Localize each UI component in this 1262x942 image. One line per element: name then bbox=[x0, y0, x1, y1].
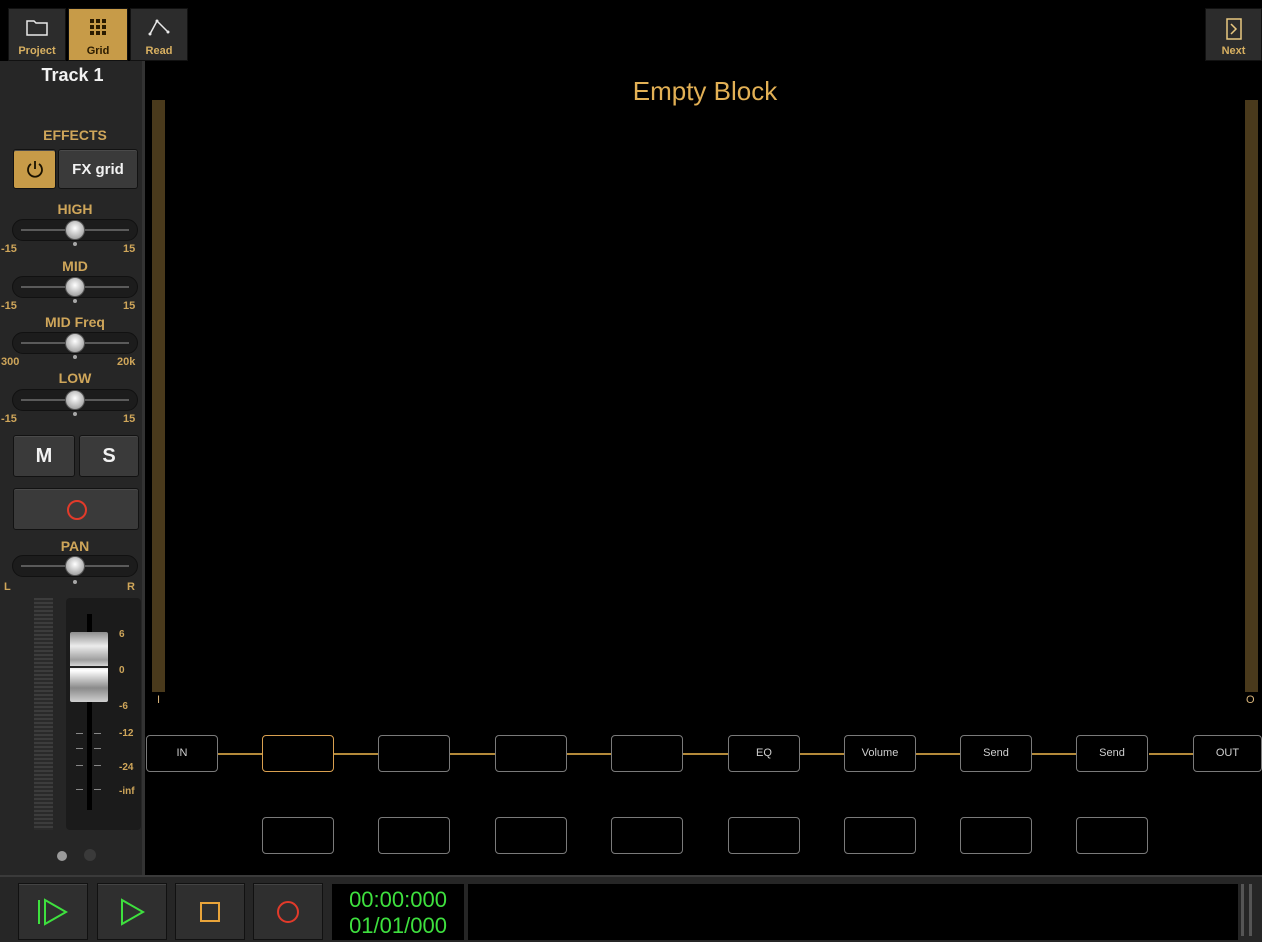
chain-row2-slot-6[interactable] bbox=[844, 817, 916, 854]
eq-mid-min: -15 bbox=[1, 300, 17, 312]
record-button[interactable] bbox=[253, 883, 323, 940]
grid-label: Grid bbox=[86, 45, 110, 57]
fader-handle[interactable] bbox=[70, 632, 108, 702]
record-icon bbox=[277, 900, 299, 923]
position-readout: 01/01/000 bbox=[349, 913, 447, 938]
master-meter-right bbox=[1249, 884, 1252, 936]
pan-center-dot bbox=[73, 580, 77, 584]
eq-low-max: 15 bbox=[123, 413, 136, 425]
eq-midfreq-label: MID Freq bbox=[45, 314, 105, 330]
output-label: O bbox=[1246, 694, 1255, 706]
eq-high-label: HIGH bbox=[57, 201, 93, 217]
power-icon bbox=[27, 161, 43, 178]
read-label: Read bbox=[145, 45, 173, 57]
read-button[interactable]: Read bbox=[130, 8, 188, 61]
fader-scale-6: 6 bbox=[119, 629, 125, 640]
eq-mid-max: 15 bbox=[123, 300, 136, 312]
input-level-bar bbox=[152, 100, 165, 692]
project-button[interactable]: Project bbox=[8, 8, 66, 61]
fader-scale-inf: -inf bbox=[119, 786, 135, 797]
input-label: I bbox=[157, 694, 161, 706]
eq-mid-center-dot bbox=[73, 299, 77, 303]
eq-high-center-dot bbox=[73, 242, 77, 246]
chain-row2-slot-3[interactable] bbox=[495, 817, 567, 854]
project-label: Project bbox=[18, 45, 56, 57]
eq-low-center-dot bbox=[73, 412, 77, 416]
chain-node-volume[interactable]: Volume bbox=[844, 735, 916, 772]
record-arm-button[interactable] bbox=[13, 488, 139, 530]
fader-scale-minus12: -12 bbox=[119, 728, 134, 739]
chain-row2-slot-2[interactable] bbox=[378, 817, 450, 854]
solo-button[interactable]: S bbox=[79, 435, 139, 477]
stop-icon bbox=[200, 901, 220, 922]
fader-scale-0: 0 bbox=[119, 665, 125, 676]
time-readout: 00:00:000 bbox=[349, 887, 447, 912]
fader-scale-minus6: -6 bbox=[119, 701, 128, 712]
chain-slot-4[interactable] bbox=[611, 735, 683, 772]
play-from-start-icon bbox=[38, 897, 69, 926]
chain-node-eq[interactable]: EQ bbox=[728, 735, 800, 772]
eq-low-knob[interactable] bbox=[65, 390, 85, 410]
chain-slot-3[interactable] bbox=[495, 735, 567, 772]
pan-knob[interactable] bbox=[65, 556, 85, 576]
chain-slot-2[interactable] bbox=[378, 735, 450, 772]
eq-high-max: 15 bbox=[123, 243, 136, 255]
mute-button[interactable]: M bbox=[13, 435, 75, 477]
record-icon bbox=[67, 500, 87, 520]
next-button[interactable]: Next bbox=[1205, 8, 1262, 61]
eq-midfreq-max: 20k bbox=[117, 356, 136, 368]
grid-icon bbox=[90, 19, 106, 35]
eq-midfreq-knob[interactable] bbox=[65, 333, 85, 353]
indicator-dot-2 bbox=[84, 849, 96, 861]
effects-label: EFFECTS bbox=[43, 127, 107, 143]
pan-label: PAN bbox=[60, 538, 90, 554]
chain-row2-slot-5[interactable] bbox=[728, 817, 800, 854]
next-icon bbox=[1225, 18, 1242, 40]
automation-icon bbox=[148, 19, 170, 36]
solo-label: S bbox=[102, 445, 116, 467]
eq-mid-label: MID bbox=[62, 258, 88, 274]
level-meter bbox=[34, 598, 53, 830]
eq-mid-knob[interactable] bbox=[65, 277, 85, 297]
stop-button[interactable] bbox=[175, 883, 245, 940]
chain-row2-slot-7[interactable] bbox=[960, 817, 1032, 854]
play-icon bbox=[121, 897, 146, 926]
grid-button[interactable]: Grid bbox=[68, 8, 128, 61]
eq-low-min: -15 bbox=[1, 413, 17, 425]
master-meter-left bbox=[1241, 884, 1244, 936]
fader-scale-minus24: -24 bbox=[119, 762, 134, 773]
chain-node-in[interactable]: IN bbox=[146, 735, 218, 772]
play-button[interactable] bbox=[97, 883, 167, 940]
pan-left-label: L bbox=[4, 581, 11, 593]
time-display: 00:00:000 01/01/000 bbox=[332, 884, 464, 940]
eq-high-min: -15 bbox=[1, 243, 17, 255]
fx-grid-button[interactable]: FX grid bbox=[58, 149, 138, 189]
chain-row2-slot-8[interactable] bbox=[1076, 817, 1148, 854]
chain-row2-slot-4[interactable] bbox=[611, 817, 683, 854]
indicator-dot-1 bbox=[57, 851, 67, 861]
eq-midfreq-min: 300 bbox=[1, 356, 20, 368]
mute-label: M bbox=[35, 445, 53, 467]
chain-slot-1[interactable] bbox=[262, 735, 334, 772]
output-level-bar bbox=[1245, 100, 1258, 692]
eq-high-knob[interactable] bbox=[65, 220, 85, 240]
folder-icon bbox=[26, 20, 48, 36]
chain-node-send-1[interactable]: Send bbox=[960, 735, 1032, 772]
track-title: Track 1 bbox=[41, 65, 104, 85]
overview-panel bbox=[468, 884, 1238, 940]
play-from-start-button[interactable] bbox=[18, 883, 88, 940]
pan-right-label: R bbox=[127, 581, 135, 593]
eq-midfreq-center-dot bbox=[73, 355, 77, 359]
block-title: Empty Block bbox=[632, 76, 778, 106]
next-label: Next bbox=[1221, 45, 1246, 57]
effects-power-button[interactable] bbox=[13, 149, 56, 189]
fx-grid-label: FX grid bbox=[72, 161, 124, 178]
chain-node-out[interactable]: OUT bbox=[1193, 735, 1262, 772]
chain-node-send-2[interactable]: Send bbox=[1076, 735, 1148, 772]
eq-low-label: LOW bbox=[58, 370, 92, 386]
chain-row2-slot-1[interactable] bbox=[262, 817, 334, 854]
